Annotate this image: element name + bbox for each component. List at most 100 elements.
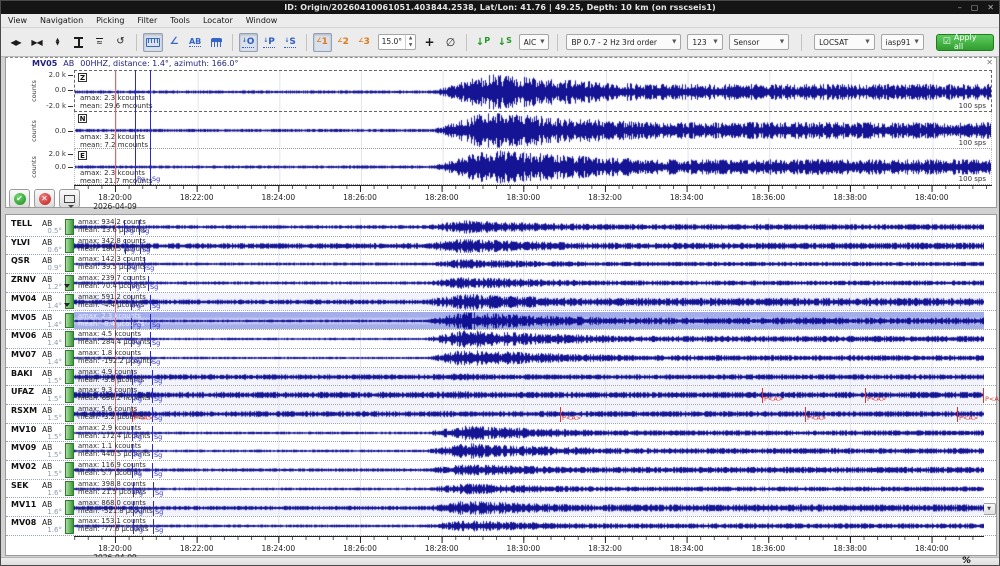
pick-label-Pg[interactable]: Pg [135, 508, 143, 516]
component-3-button[interactable]: ∠3 [355, 33, 374, 52]
pick-line-Sg[interactable] [150, 70, 151, 185]
maximize-icon[interactable]: ▢ [971, 4, 979, 12]
spin-down-icon[interactable]: ▼ [406, 42, 415, 49]
pick-line-Sg[interactable] [152, 463, 153, 478]
trace-row-ZRNV[interactable]: ZRNVAB1.2°amax: 239.7 countsmean: 70.4 µ… [6, 274, 996, 293]
pick-p-button[interactable]: ↓P [260, 33, 279, 52]
trace-area[interactable]: amax: 239.7 countsmean: 70.4 µcountsPgSg [74, 274, 984, 292]
spectrogram-tool-button[interactable] [207, 33, 226, 52]
pick-label-Sg[interactable]: Sg [154, 395, 162, 403]
pick-label-Sg[interactable]: Sg [146, 264, 154, 272]
pick-line-Sg[interactable] [152, 444, 153, 459]
fit-horizontal-button[interactable]: ▶◀ [27, 33, 46, 52]
row-waveform-canvas[interactable] [74, 368, 984, 386]
trace-row-MV04[interactable]: MV04AB1.4°amax: 591.2 countsmean: -4.4 µ… [6, 293, 996, 312]
scale-amplitudes-button[interactable]: ≈ [90, 33, 109, 52]
pick-label-Sg[interactable]: Sg [141, 227, 149, 235]
row-waveform-canvas[interactable] [74, 312, 984, 330]
minimize-icon[interactable]: – [958, 4, 962, 12]
row-waveform-canvas[interactable] [74, 517, 984, 535]
trace-area[interactable]: amax: 1.8 kcountsmean: -192.2 µcountsPgS… [74, 349, 984, 367]
row-waveform-canvas[interactable] [74, 461, 984, 479]
pick-label-Sg[interactable]: Sg [154, 377, 162, 385]
menu-item-window[interactable]: Window [246, 16, 278, 25]
trace-area[interactable]: amax: 153.1 countsmean: -77.6 µcountsPgS… [74, 517, 984, 535]
trace-row-SEK[interactable]: SEKAB1.6°amax: 398.8 countsmean: 21.5 µc… [6, 480, 996, 499]
waveform-canvas-N[interactable] [75, 113, 991, 148]
pick-label-P<A>[interactable]: P<A> [959, 414, 978, 422]
pick-label-Sg[interactable]: Sg [152, 175, 160, 183]
pick-label-P<A>[interactable]: P<A> [562, 414, 581, 422]
pick-label-Pg[interactable]: Pg [132, 283, 140, 291]
row-waveform-canvas[interactable] [74, 480, 984, 498]
component-1-button[interactable]: ∠1 [313, 33, 332, 52]
restore-view-button[interactable]: ↺ [111, 33, 130, 52]
trace-area[interactable]: amax: 9.3 countsmean: 656.2 ncountsPgSgP… [74, 386, 984, 404]
pick-line-Sg[interactable] [152, 370, 153, 385]
expand-streams-icon[interactable] [64, 303, 70, 307]
pick-line-Sg[interactable] [153, 519, 154, 534]
pick-label-Sg[interactable]: Sg [142, 246, 150, 254]
pick-label-P<A>[interactable]: P<A> [867, 395, 886, 403]
pick-line-P<A>[interactable] [805, 407, 806, 422]
repick-p-button[interactable]: ↓P [473, 33, 493, 52]
trace-area[interactable]: amax: 342.8 countsmean: 180.5 µcountsPgS… [74, 237, 984, 255]
trace-area[interactable]: amax: 1.1 kcountsmean: 440.5 µcountsPgSg [74, 442, 984, 460]
pick-label-Pg[interactable]: Pg [129, 264, 137, 272]
pick-line-Sg[interactable] [153, 501, 154, 516]
confirm-picks-button[interactable]: ✔ [9, 189, 30, 208]
trace-row-MV08[interactable]: MV08AB1.6°amax: 153.1 countsmean: -77.6 … [6, 517, 996, 536]
pick-label-Pg[interactable]: Pg [134, 395, 142, 403]
amplitude-zoom-button[interactable]: ▲▼ [48, 33, 67, 52]
trace-area[interactable]: amax: 116.9 countsmean: 5.7 µcountsPgSg [74, 461, 984, 479]
trace-row-MV09[interactable]: MV09AB1.5°amax: 1.1 kcountsmean: 440.5 µ… [6, 442, 996, 461]
pick-line-P<A>[interactable] [560, 407, 561, 422]
trace-area[interactable]: amax: 142.3 countsmean: 39.5 µcountsPgSg [74, 255, 984, 273]
row-waveform-canvas[interactable] [74, 255, 984, 273]
rotation-spinner[interactable]: 15.0° ▲▼ [378, 34, 416, 50]
pick-label-Sg[interactable]: Sg [155, 526, 163, 534]
pick-label-Sg[interactable]: Sg [150, 283, 158, 291]
waveform-canvas-Z[interactable] [75, 72, 991, 112]
trace-row-MV10[interactable]: MV10AB1.5°amax: 2.9 kcountsmean: 172.4 µ… [6, 424, 996, 443]
ruler-tool-button[interactable] [143, 33, 163, 52]
trace-area[interactable]: amax: 934.2 countsmean: 13.6 µcountsPgSg [74, 218, 984, 236]
row-waveform-canvas[interactable] [74, 499, 984, 517]
menu-item-view[interactable]: View [8, 16, 27, 25]
pick-line-P<A>[interactable] [865, 388, 866, 403]
trace-area[interactable]: amax: 4.9 countsmean: -3.8 µcountsPgSg [74, 368, 984, 386]
pick-line-Sg[interactable] [150, 314, 151, 329]
components-select[interactable]: 123▼ [687, 34, 722, 50]
pick-line-P<A>[interactable] [762, 388, 763, 403]
hide-traces-button[interactable]: ∅ [441, 33, 460, 52]
waveform-canvas-E[interactable] [75, 150, 991, 184]
trace-area[interactable]: amax: 591.2 countsmean: -4.4 µcountsPgSg [74, 293, 984, 311]
menu-item-filter[interactable]: Filter [137, 16, 157, 25]
close-icon[interactable]: ✕ [987, 4, 994, 12]
pick-label-Pg[interactable]: Pg [126, 227, 134, 235]
pick-label-Pg[interactable]: Pg [134, 377, 142, 385]
pick-line-Sg[interactable] [153, 482, 154, 497]
trace-row-MV05[interactable]: MV05AB1.4°amax: 2.3 kcountsmean: -8.4 µc… [6, 312, 996, 331]
trace-row-YLVI[interactable]: YLVIAB0.6°amax: 342.8 countsmean: 180.5 … [6, 237, 996, 256]
panel-close-icon[interactable]: ✕ [986, 58, 993, 67]
pick-label-Sg[interactable]: Sg [155, 489, 163, 497]
picker-algorithm-select[interactable]: AIC▼ [519, 34, 550, 50]
pick-line-P<A>[interactable] [957, 407, 958, 422]
pick-label-Pg[interactable]: Pg [133, 339, 141, 347]
pick-onset-button[interactable]: ↓O [239, 33, 258, 52]
filter-select[interactable]: BP 0.7 - 2 Hz 3rd order▼ [566, 34, 681, 50]
label-tool-button[interactable]: AB [186, 33, 205, 52]
pick-label-Pg[interactable]: Pg [133, 321, 141, 329]
trace-row-UFAZ[interactable]: UFAZAB1.5°amax: 9.3 countsmean: 656.2 nc… [6, 386, 996, 405]
pick-label-P<A>[interactable]: P<A> [807, 414, 826, 422]
row-waveform-canvas[interactable] [74, 330, 984, 348]
protractor-tool-button[interactable]: ∠ [165, 33, 184, 52]
pick-label-Pg[interactable]: Pg [137, 175, 145, 183]
trace-area[interactable]: amax: 5.6 countsmean: -3.2 µcountsP<A>Sg… [74, 405, 984, 423]
menu-item-locator[interactable]: Locator [203, 16, 233, 25]
trace-area[interactable]: amax: 2.3 kcountsmean: -8.4 µcountsPgSg [74, 312, 984, 330]
add-stream-button[interactable]: + [420, 33, 439, 52]
fit-vertical-button[interactable] [69, 33, 88, 52]
pick-label-Pg[interactable]: Pg [134, 451, 142, 459]
